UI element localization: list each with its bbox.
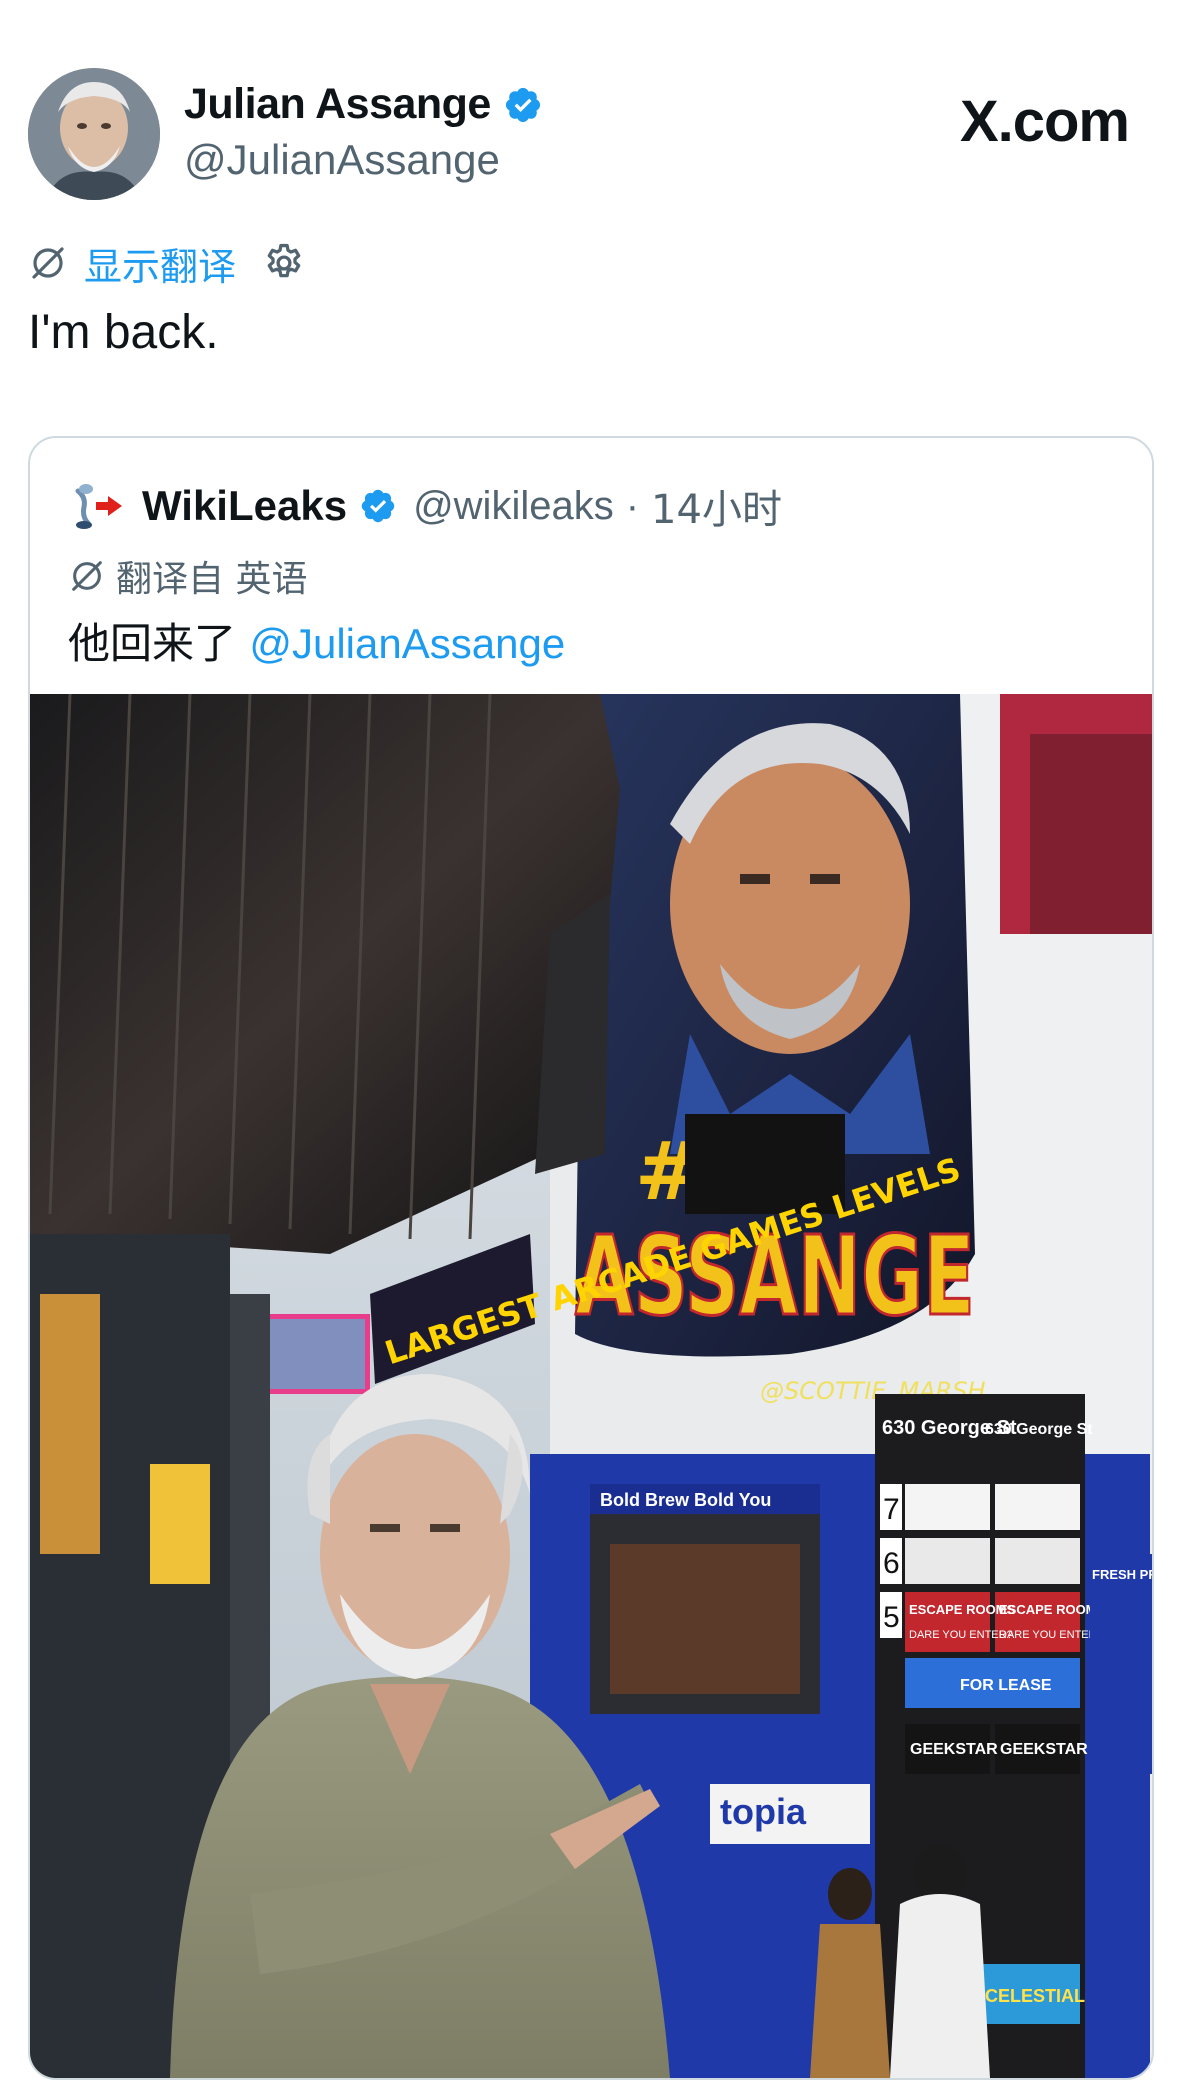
directory-celestial: CELESTIAL [985, 1986, 1085, 2006]
directory-address-right: 630 George St [985, 1421, 1093, 1438]
quote-header: WikiLeaks @wikileaks · 14小时 [68, 478, 782, 534]
translate-icon [32, 247, 64, 279]
directory-floor-7: 7 [883, 1493, 900, 1526]
quote-translated-label: 翻译自 英语 [116, 559, 308, 600]
quote-author-handle[interactable]: @wikileaks [413, 484, 614, 529]
author-avatar[interactable] [28, 68, 160, 200]
directory-lease: FOR LEASE [960, 1677, 1052, 1694]
quote-photo[interactable]: # ASSANGE @SCOTTIE_MARSH LARGEST ARCADE … [30, 694, 1152, 2078]
show-translation-link[interactable]: 显示翻译 [84, 236, 236, 291]
quote-author-name[interactable]: WikiLeaks [142, 482, 347, 530]
directory-floor-6: 6 [883, 1547, 900, 1580]
tweet-text: I'm back. [28, 306, 219, 359]
directory-floor-5: 5 [883, 1601, 900, 1634]
quote-translate-icon [72, 561, 102, 591]
author-handle[interactable]: @JulianAssange [184, 136, 500, 184]
quote-translated-row: 翻译自 英语 [68, 552, 307, 600]
directory-escape-right-sub: DARE YOU ENTER? [999, 1629, 1103, 1641]
author-name[interactable]: Julian Assange [184, 80, 491, 129]
directory-escape-left-sub: DARE YOU ENTER? [909, 1629, 1013, 1641]
directory-geekstar-right: GEEKSTAR [1000, 1741, 1088, 1758]
wikileaks-logo-icon [69, 478, 125, 534]
quote-body-text: 他回来了 [68, 619, 250, 668]
brand-watermark: X.com [959, 89, 1130, 154]
fresh-sign: FRESH PRESSED [1092, 1567, 1152, 1582]
shop-sign: topia [720, 1791, 807, 1832]
quoted-tweet-card[interactable]: WikiLeaks @wikileaks · 14小时 翻译自 英语 他回来了 … [28, 436, 1154, 2080]
street-mural-photo: # ASSANGE @SCOTTIE_MARSH LARGEST ARCADE … [30, 694, 1152, 2078]
author-name-row[interactable]: Julian Assange [184, 80, 543, 129]
settings-icon[interactable] [262, 241, 306, 285]
directory-escape-right: ESCAPE ROOMS [999, 1602, 1106, 1617]
quote-verified-badge-icon [361, 489, 395, 523]
verified-badge-icon [505, 87, 540, 122]
quote-separator: · [625, 483, 640, 528]
translate-row: 显示翻译 [28, 236, 306, 291]
quote-body: 他回来了 @JulianAssange [68, 610, 565, 671]
quote-mention-link[interactable]: @JulianAssange [249, 620, 565, 667]
cafe-sign: Bold Brew Bold You [600, 1490, 771, 1510]
quote-timestamp[interactable]: 14小时 [651, 477, 782, 535]
directory-geekstar-left: GEEKSTAR [910, 1741, 998, 1758]
avatar-image [28, 68, 160, 200]
